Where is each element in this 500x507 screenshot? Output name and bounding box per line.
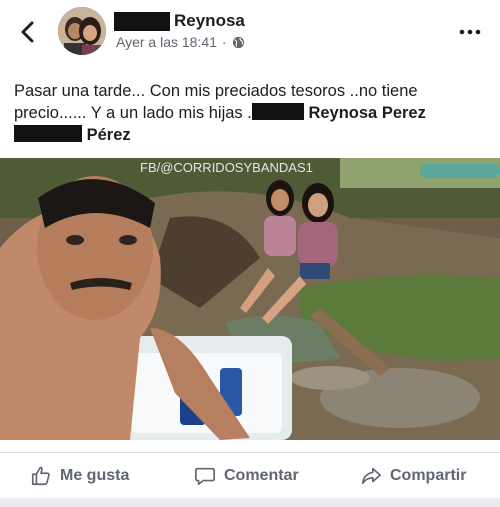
post-line-3: Pérez bbox=[14, 124, 484, 146]
share-icon bbox=[361, 467, 381, 485]
share-button[interactable]: Compartir bbox=[360, 463, 466, 489]
more-options-button[interactable] bbox=[458, 20, 482, 40]
divider bbox=[0, 498, 500, 507]
post-line-2-text: precio...... Y a un lado mis hijas . bbox=[14, 104, 252, 122]
tagged-person-name[interactable]: Reynosa Perez bbox=[308, 104, 425, 122]
avatar-image bbox=[58, 7, 106, 55]
comment-button[interactable]: Comentar bbox=[194, 463, 299, 489]
back-button[interactable] bbox=[16, 18, 40, 46]
post-photo[interactable]: FB/@CORRIDOSYBANDAS1 bbox=[0, 158, 500, 440]
post-line-2: precio...... Y a un lado mis hijas . Rey… bbox=[14, 102, 484, 124]
post-actions-bar: Me gusta Comentar Compartir bbox=[0, 452, 500, 499]
redaction-box bbox=[114, 11, 170, 31]
more-horizontal-icon bbox=[459, 29, 481, 35]
thumbs-up-icon bbox=[31, 466, 50, 486]
comment-icon bbox=[195, 467, 215, 486]
post-meta: Ayer a las 18:41 · bbox=[116, 34, 245, 50]
timestamp[interactable]: Ayer a las 18:41 bbox=[116, 34, 217, 50]
post-text: Pasar una tarde... Con mis preciados tes… bbox=[14, 80, 484, 146]
comment-label: Comentar bbox=[224, 467, 299, 484]
tagged-person-surname[interactable]: Pérez bbox=[87, 126, 131, 144]
like-button[interactable]: Me gusta bbox=[30, 463, 129, 489]
photo-image bbox=[0, 158, 500, 440]
photo-watermark: FB/@CORRIDOSYBANDAS1 bbox=[140, 160, 313, 175]
redaction-box bbox=[251, 103, 304, 120]
author-row[interactable]: Reynosa bbox=[114, 10, 245, 32]
separator: · bbox=[221, 34, 227, 50]
avatar[interactable] bbox=[58, 7, 106, 55]
author-name[interactable]: Reynosa bbox=[174, 11, 245, 31]
post-card: Reynosa Ayer a las 18:41 · Pasar una tar… bbox=[0, 0, 500, 507]
post-header: Reynosa Ayer a las 18:41 · bbox=[0, 0, 500, 70]
redaction-box bbox=[14, 125, 82, 142]
like-label: Me gusta bbox=[60, 467, 130, 484]
globe-icon bbox=[232, 36, 244, 48]
chevron-left-icon bbox=[21, 21, 34, 43]
share-label: Compartir bbox=[390, 467, 467, 484]
post-line-1: Pasar una tarde... Con mis preciados tes… bbox=[14, 82, 418, 100]
